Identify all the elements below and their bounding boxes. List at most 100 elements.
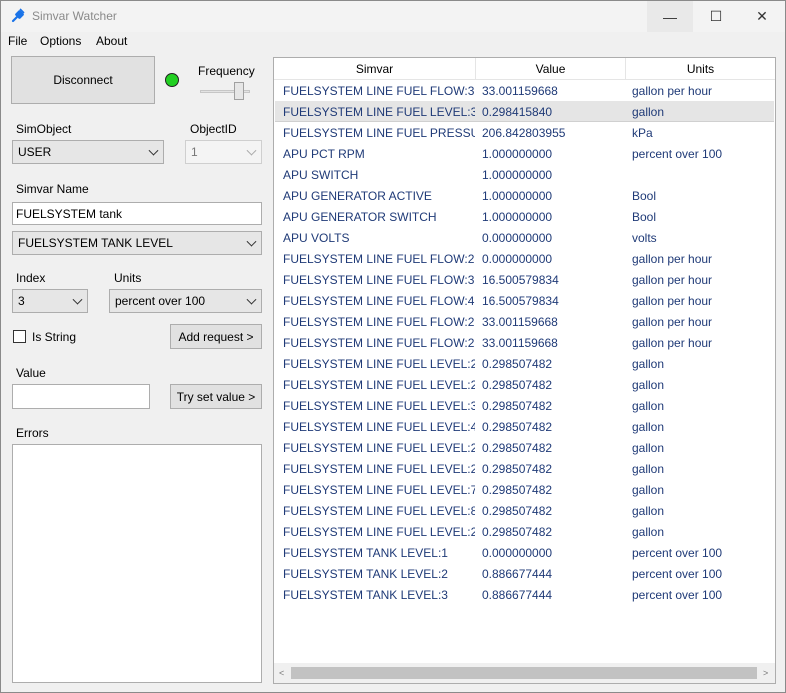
units-label: Units bbox=[114, 271, 142, 285]
table-row[interactable]: FUELSYSTEM LINE FUEL LEVEL:25 0.298507482… bbox=[275, 437, 774, 458]
cell-value: 1.000000000 bbox=[482, 167, 553, 182]
chevron-down-icon bbox=[246, 145, 257, 156]
minimize-button[interactable]: — bbox=[647, 1, 693, 32]
simvar-name-input[interactable]: FUELSYSTEM tank bbox=[12, 202, 262, 225]
cell-simvar: FUELSYSTEM LINE FUEL LEVEL:25 bbox=[283, 440, 475, 455]
cell-value: 16.500579834 bbox=[482, 272, 559, 287]
disconnect-button[interactable]: Disconnect bbox=[11, 56, 155, 104]
frequency-label: Frequency bbox=[198, 64, 255, 78]
value-input[interactable] bbox=[12, 384, 150, 409]
table-row[interactable]: FUELSYSTEM LINE FUEL FLOW:21 33.001159668… bbox=[275, 311, 774, 332]
simvar-select-value: FUELSYSTEM TANK LEVEL bbox=[18, 236, 173, 250]
table-row[interactable]: FUELSYSTEM LINE FUEL FLOW:4 16.500579834 g… bbox=[275, 290, 774, 311]
close-button[interactable]: ✕ bbox=[739, 1, 785, 32]
column-header-units[interactable]: Units bbox=[626, 58, 775, 79]
cell-value: 33.001159668 bbox=[482, 314, 558, 329]
table-row[interactable]: FUELSYSTEM LINE FUEL FLOW:27 0.000000000 g… bbox=[275, 248, 774, 269]
cell-value: 1.000000000 bbox=[482, 188, 553, 203]
menu-file[interactable]: File bbox=[8, 34, 27, 48]
table-row[interactable]: APU GENERATOR SWITCH 1.000000000 Bool bbox=[275, 206, 774, 227]
table-row[interactable]: APU GENERATOR ACTIVE 1.000000000 Bool bbox=[275, 185, 774, 206]
frequency-slider-thumb[interactable] bbox=[234, 82, 244, 100]
cell-units: gallon bbox=[632, 377, 665, 392]
table-row[interactable]: FUELSYSTEM LINE FUEL PRESSURE:3 206.84280… bbox=[275, 122, 774, 143]
cell-units: Bool bbox=[632, 209, 657, 224]
table-row[interactable]: FUELSYSTEM LINE FUEL FLOW:3 16.500579834 g… bbox=[275, 269, 774, 290]
cell-simvar: FUELSYSTEM LINE FUEL LEVEL:21 bbox=[283, 356, 475, 371]
cell-units: gallon bbox=[632, 440, 665, 455]
simobject-value: USER bbox=[18, 145, 52, 159]
table-row[interactable]: FUELSYSTEM TANK LEVEL:1 0.000000000 percen… bbox=[275, 542, 774, 563]
cell-units: percent over 100 bbox=[632, 545, 723, 560]
scrollbar-thumb[interactable] bbox=[291, 667, 757, 679]
index-select[interactable]: 3 bbox=[12, 289, 88, 313]
units-select[interactable]: percent over 100 bbox=[109, 289, 262, 313]
table-row[interactable]: FUELSYSTEM LINE FUEL LEVEL:39 0.298415840… bbox=[275, 101, 774, 122]
simobject-label: SimObject bbox=[16, 122, 72, 136]
table-header: Simvar Value Units bbox=[274, 58, 775, 80]
objectid-select: 1 bbox=[185, 140, 262, 164]
cell-simvar: FUELSYSTEM LINE FUEL PRESSURE:3 bbox=[283, 125, 475, 140]
scroll-left-icon[interactable]: < bbox=[279, 668, 284, 678]
cell-simvar: FUELSYSTEM LINE FUEL LEVEL:8 bbox=[283, 503, 475, 518]
menu-bar: File Options About bbox=[1, 32, 785, 52]
chevron-down-icon bbox=[148, 145, 159, 156]
cell-units: gallon per hour bbox=[632, 293, 713, 308]
simvar-select[interactable]: FUELSYSTEM TANK LEVEL bbox=[12, 231, 262, 255]
close-icon: ✕ bbox=[756, 8, 768, 24]
is-string-checkbox[interactable] bbox=[13, 330, 26, 343]
table-row[interactable]: FUELSYSTEM LINE FUEL LEVEL:22 0.298507482… bbox=[275, 374, 774, 395]
errors-box[interactable] bbox=[12, 444, 262, 683]
table-row[interactable]: APU PCT RPM 1.000000000 percent over 100 bbox=[275, 143, 774, 164]
window-title: Simvar Watcher bbox=[32, 9, 117, 23]
cell-value: 0.000000000 bbox=[482, 230, 553, 245]
cell-simvar: FUELSYSTEM LINE FUEL LEVEL:22 bbox=[283, 377, 475, 392]
table-row[interactable]: FUELSYSTEM LINE FUEL FLOW:39 33.001159668… bbox=[275, 80, 774, 101]
table-row[interactable]: FUELSYSTEM LINE FUEL LEVEL:8 0.298507482 g… bbox=[275, 500, 774, 521]
table-row[interactable]: FUELSYSTEM LINE FUEL LEVEL:7 0.298507482 g… bbox=[275, 479, 774, 500]
column-header-value[interactable]: Value bbox=[476, 58, 626, 79]
cell-simvar: FUELSYSTEM LINE FUEL LEVEL:7 bbox=[283, 482, 475, 497]
cell-simvar: FUELSYSTEM LINE FUEL FLOW:39 bbox=[283, 83, 475, 98]
cell-simvar: FUELSYSTEM LINE FUEL FLOW:22 bbox=[283, 335, 475, 350]
table-row[interactable]: FUELSYSTEM LINE FUEL LEVEL:21 0.298507482… bbox=[275, 353, 774, 374]
table-row[interactable]: APU SWITCH 1.000000000 bbox=[275, 164, 774, 185]
cell-simvar: APU SWITCH bbox=[283, 167, 359, 182]
cell-value: 33.001159668 bbox=[482, 83, 558, 98]
try-set-value-button[interactable]: Try set value > bbox=[170, 384, 262, 409]
cell-value: 0.886677444 bbox=[482, 587, 553, 602]
table-row[interactable]: FUELSYSTEM LINE FUEL LEVEL:3 0.298507482 g… bbox=[275, 395, 774, 416]
menu-about[interactable]: About bbox=[96, 34, 127, 48]
index-value: 3 bbox=[18, 294, 25, 308]
table-row[interactable]: FUELSYSTEM TANK LEVEL:3 0.886677444 percen… bbox=[275, 584, 774, 605]
cell-value: 0.000000000 bbox=[482, 251, 553, 266]
cell-units: volts bbox=[632, 230, 657, 245]
table-row[interactable]: FUELSYSTEM LINE FUEL LEVEL:4 0.298507482 g… bbox=[275, 416, 774, 437]
simvar-table[interactable]: Simvar Value Units FUELSYSTEM LINE FUEL … bbox=[273, 57, 776, 684]
table-row[interactable]: APU VOLTS 0.000000000 volts bbox=[275, 227, 774, 248]
horizontal-scrollbar[interactable]: < > bbox=[274, 663, 775, 683]
simvar-name-label: Simvar Name bbox=[16, 182, 89, 196]
simobject-select[interactable]: USER bbox=[12, 140, 164, 164]
table-row[interactable]: FUELSYSTEM LINE FUEL FLOW:22 33.001159668… bbox=[275, 332, 774, 353]
menu-options[interactable]: Options bbox=[40, 34, 81, 48]
cell-value: 206.842803955 bbox=[482, 125, 566, 140]
cell-value: 0.000000000 bbox=[482, 545, 553, 560]
column-header-simvar[interactable]: Simvar bbox=[274, 58, 476, 79]
table-row[interactable]: FUELSYSTEM LINE FUEL LEVEL:27 0.298507482… bbox=[275, 458, 774, 479]
cell-value: 33.001159668 bbox=[482, 335, 558, 350]
table-row[interactable]: FUELSYSTEM LINE FUEL LEVEL:23 0.298507482… bbox=[275, 521, 774, 542]
cell-simvar: FUELSYSTEM TANK LEVEL:3 bbox=[283, 587, 448, 602]
app-window: Simvar Watcher — ☐ ✕ File Options About … bbox=[0, 0, 786, 693]
scroll-right-icon[interactable]: > bbox=[763, 668, 768, 678]
cell-units: gallon bbox=[632, 104, 665, 119]
maximize-button[interactable]: ☐ bbox=[693, 1, 739, 32]
maximize-icon: ☐ bbox=[709, 8, 723, 24]
cell-units: percent over 100 bbox=[632, 587, 723, 602]
table-row[interactable]: FUELSYSTEM TANK LEVEL:2 0.886677444 percen… bbox=[275, 563, 774, 584]
cell-simvar: FUELSYSTEM LINE FUEL LEVEL:27 bbox=[283, 461, 475, 476]
cell-units: percent over 100 bbox=[632, 146, 723, 161]
plug-icon bbox=[11, 8, 25, 23]
add-request-button[interactable]: Add request > bbox=[170, 324, 262, 349]
cell-simvar: FUELSYSTEM TANK LEVEL:2 bbox=[283, 566, 448, 581]
